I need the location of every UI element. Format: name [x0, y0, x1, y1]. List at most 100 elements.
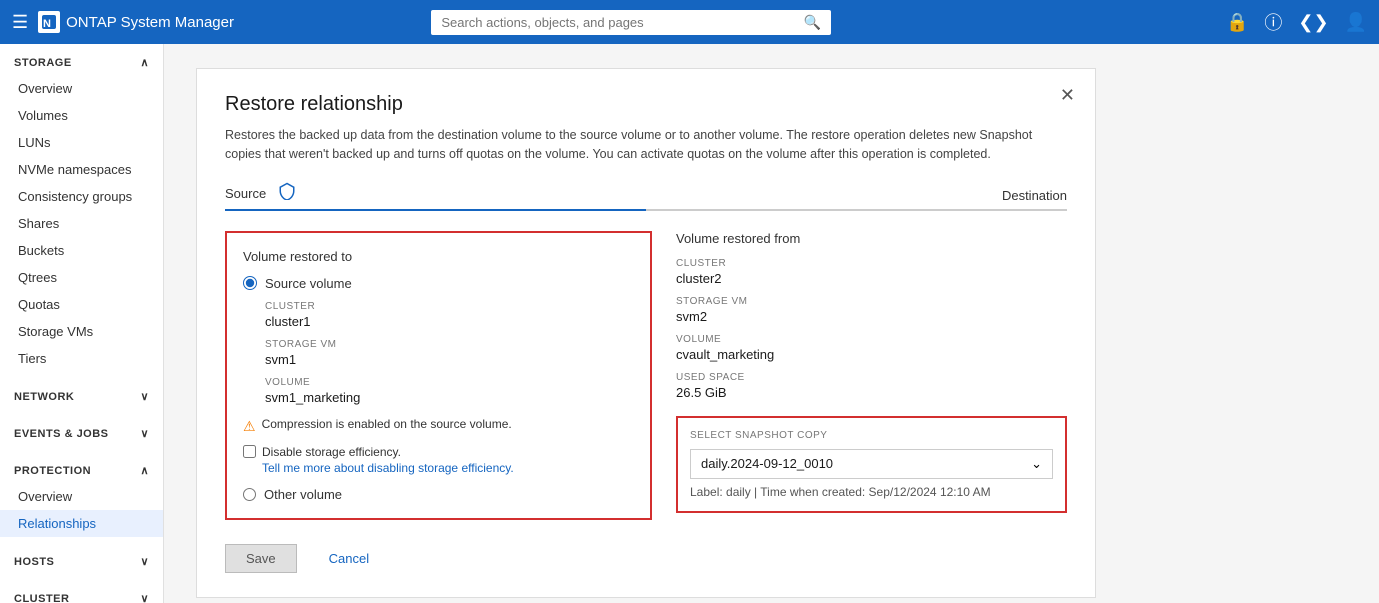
main-layout: STORAGE ∧ Overview Volumes LUNs NVMe nam…	[0, 44, 1379, 603]
storage-section: STORAGE ∧ Overview Volumes LUNs NVMe nam…	[0, 44, 163, 378]
volume-restored-from-title: Volume restored from	[676, 231, 1067, 246]
snapshot-select-dropdown[interactable]: daily.2024-09-12_0010 ⌄	[690, 449, 1053, 479]
top-navigation: ☰ N ONTAP System Manager 🔍 🔒 ⓘ ❮❯ 👤	[0, 0, 1379, 44]
hosts-collapse-icon: ∨	[140, 555, 149, 568]
cancel-button[interactable]: Cancel	[309, 544, 389, 573]
hosts-section: HOSTS ∨	[0, 543, 163, 580]
lock-icon[interactable]: 🔒	[1226, 12, 1248, 33]
sidebar-item-consistency-groups[interactable]: Consistency groups	[0, 183, 163, 210]
logo-icon: N	[38, 11, 60, 33]
cluster-section-header[interactable]: CLUSTER ∨	[0, 586, 163, 603]
destination-box: Volume restored from CLUSTER cluster2 ST…	[676, 231, 1067, 520]
disable-efficiency-checkbox[interactable]	[243, 445, 256, 458]
hosts-section-header[interactable]: HOSTS ∨	[0, 549, 163, 574]
cluster-field-value: cluster1	[265, 314, 634, 329]
dest-volume-label: VOLUME	[676, 334, 1067, 345]
sidebar-item-protection-overview[interactable]: Overview	[0, 483, 163, 510]
used-space-label: USED SPACE	[676, 372, 1067, 383]
dialog-footer: Save Cancel	[225, 544, 1067, 573]
cluster-label: CLUSTER	[14, 593, 69, 603]
destination-label: Destination	[1002, 188, 1067, 203]
destination-inner: Volume restored from CLUSTER cluster2 ST…	[676, 231, 1067, 513]
search-bar[interactable]: 🔍	[431, 10, 831, 35]
help-icon[interactable]: ⓘ	[1264, 9, 1282, 35]
dest-volume-value: cvault_marketing	[676, 347, 1067, 362]
storage-section-header[interactable]: STORAGE ∧	[0, 50, 163, 75]
sidebar-item-overview[interactable]: Overview	[0, 75, 163, 102]
protection-collapse-icon: ∧	[140, 464, 149, 477]
user-icon[interactable]: 👤	[1345, 12, 1367, 33]
disable-efficiency-row[interactable]: Disable storage efficiency.	[243, 445, 634, 459]
snapshot-section: SELECT SNAPSHOT COPY daily.2024-09-12_00…	[676, 416, 1067, 513]
cluster-section: CLUSTER ∨	[0, 580, 163, 603]
cluster-field-label: CLUSTER	[265, 301, 634, 312]
search-icon: 🔍	[804, 14, 821, 31]
other-volume-label: Other volume	[264, 487, 342, 502]
source-volume-label: Source volume	[265, 276, 352, 291]
hamburger-menu[interactable]: ☰	[12, 12, 28, 33]
volume-restored-to-title: Volume restored to	[243, 249, 634, 264]
events-section: EVENTS & JOBS ∨	[0, 415, 163, 452]
other-volume-option[interactable]: Other volume	[243, 487, 634, 502]
tell-me-more-link[interactable]: Tell me more about disabling storage eff…	[262, 461, 634, 475]
source-volume-details: CLUSTER cluster1 STORAGE VM svm1 VOLUME …	[243, 301, 634, 405]
app-title: ONTAP System Manager	[66, 14, 234, 31]
storage-vm-field-label: STORAGE VM	[265, 339, 634, 350]
protection-section-header[interactable]: PROTECTION ∧	[0, 458, 163, 483]
used-space-value: 26.5 GiB	[676, 385, 1067, 400]
code-icon[interactable]: ❮❯	[1298, 12, 1328, 33]
warning-box: ⚠ Compression is enabled on the source v…	[243, 417, 634, 435]
search-input[interactable]	[441, 15, 798, 30]
volume-field-value: svm1_marketing	[265, 390, 634, 405]
network-label: NETWORK	[14, 391, 74, 403]
dest-storage-vm-label: STORAGE VM	[676, 296, 1067, 307]
protection-section: PROTECTION ∧ Overview Relationships	[0, 452, 163, 543]
network-collapse-icon: ∨	[140, 390, 149, 403]
cluster-collapse-icon: ∨	[140, 592, 149, 603]
events-section-header[interactable]: EVENTS & JOBS ∨	[0, 421, 163, 446]
save-button[interactable]: Save	[225, 544, 297, 573]
sidebar: STORAGE ∧ Overview Volumes LUNs NVMe nam…	[0, 44, 164, 603]
sidebar-item-storage-vms[interactable]: Storage VMs	[0, 318, 163, 345]
sidebar-item-buckets[interactable]: Buckets	[0, 237, 163, 264]
warning-text: Compression is enabled on the source vol…	[262, 417, 512, 431]
snapshot-label: SELECT SNAPSHOT COPY	[690, 430, 1053, 441]
dest-cluster-value: cluster2	[676, 271, 1067, 286]
app-logo: N ONTAP System Manager	[38, 11, 234, 33]
source-volume-radio[interactable]	[243, 276, 257, 290]
protection-label: PROTECTION	[14, 465, 91, 477]
nav-left: ☰ N ONTAP System Manager	[12, 11, 234, 33]
svg-text:N: N	[43, 18, 51, 30]
sidebar-item-shares[interactable]: Shares	[0, 210, 163, 237]
dest-storage-vm-value: svm2	[676, 309, 1067, 324]
source-label: Source	[225, 186, 266, 201]
source-volume-option[interactable]: Source volume	[243, 276, 634, 291]
storage-collapse-icon: ∧	[140, 56, 149, 69]
sidebar-item-volumes[interactable]: Volumes	[0, 102, 163, 129]
snapshot-selected-value: daily.2024-09-12_0010	[701, 456, 833, 471]
sidebar-item-quotas[interactable]: Quotas	[0, 291, 163, 318]
other-volume-radio[interactable]	[243, 488, 256, 501]
sidebar-item-qtrees[interactable]: Qtrees	[0, 264, 163, 291]
source-header: Source	[225, 182, 646, 211]
storage-vm-field-value: svm1	[265, 352, 634, 367]
dest-cluster-label: CLUSTER	[676, 258, 1067, 269]
events-label: EVENTS & JOBS	[14, 428, 109, 440]
sidebar-item-nvme[interactable]: NVMe namespaces	[0, 156, 163, 183]
warning-icon: ⚠	[243, 418, 256, 435]
sidebar-item-relationships[interactable]: Relationships	[0, 510, 163, 537]
disable-efficiency-label: Disable storage efficiency.	[262, 445, 401, 459]
close-button[interactable]: ✕	[1060, 85, 1075, 106]
shield-icon	[278, 182, 296, 205]
dialog-title: Restore relationship	[225, 93, 1067, 116]
snapshot-info: Label: daily | Time when created: Sep/12…	[690, 485, 1053, 499]
two-col-layout: Volume restored to Source volume CLUSTER…	[225, 231, 1067, 520]
sidebar-item-tiers[interactable]: Tiers	[0, 345, 163, 372]
destination-header: Destination	[646, 182, 1067, 211]
sidebar-item-luns[interactable]: LUNs	[0, 129, 163, 156]
chevron-down-icon: ⌄	[1031, 456, 1042, 472]
source-destination-row: Source Destination	[225, 182, 1067, 211]
network-section-header[interactable]: NETWORK ∨	[0, 384, 163, 409]
network-section: NETWORK ∨	[0, 378, 163, 415]
hosts-label: HOSTS	[14, 556, 54, 568]
